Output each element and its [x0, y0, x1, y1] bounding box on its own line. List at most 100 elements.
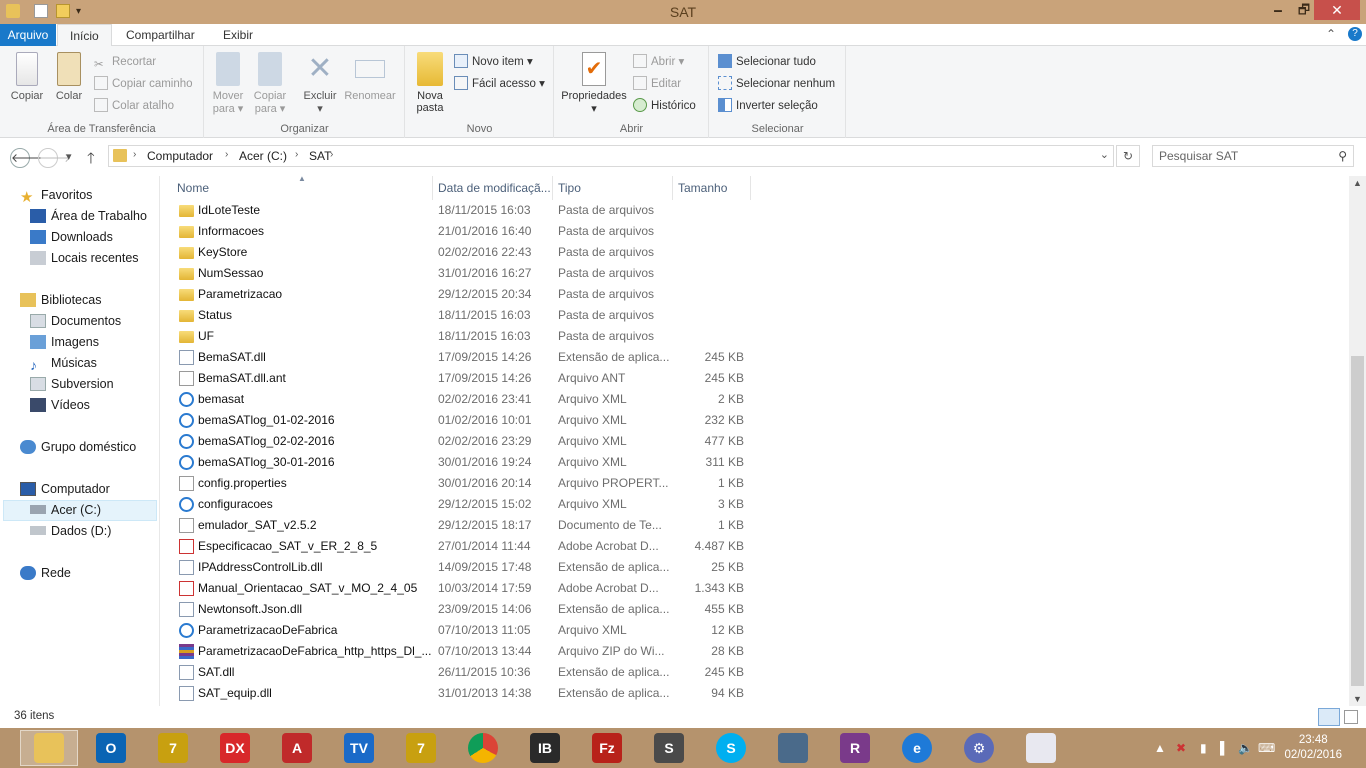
- copy-path-button[interactable]: Copiar caminho: [94, 74, 193, 94]
- file-row[interactable]: Status 18/11/2015 16:03 Pasta de arquivos: [162, 305, 762, 326]
- taskbar-skype[interactable]: S: [702, 730, 760, 766]
- taskbar-internet-explorer[interactable]: e: [888, 730, 946, 766]
- signal-icon[interactable]: ▌: [1220, 741, 1229, 755]
- scroll-down-icon[interactable]: ▼: [1353, 694, 1362, 704]
- nav-musicas[interactable]: ♪ Músicas: [30, 353, 97, 374]
- taskbar-settings[interactable]: ⚙: [950, 730, 1008, 766]
- taskbar-teamviewer[interactable]: TV: [330, 730, 388, 766]
- tab-exibir[interactable]: Exibir: [211, 24, 265, 46]
- file-row[interactable]: bemasat 02/02/2016 23:41 Arquivo XML 2 KB: [162, 389, 762, 410]
- volume-icon[interactable]: 🔈: [1238, 741, 1253, 755]
- taskbar-chrome[interactable]: [454, 730, 512, 766]
- nav-documentos[interactable]: Documentos: [30, 311, 121, 332]
- taskbar-7zip-like[interactable]: 7: [144, 730, 202, 766]
- nav-subversion[interactable]: Subversion: [30, 374, 114, 395]
- column-separator[interactable]: [672, 176, 673, 200]
- file-row[interactable]: Manual_Orientacao_SAT_v_MO_2_4_05 10/03/2…: [162, 578, 762, 599]
- select-none-button[interactable]: Selecionar nenhum: [718, 74, 835, 94]
- column-header-name[interactable]: Nome: [177, 181, 209, 195]
- file-row[interactable]: SAT_equip.dll 31/01/2013 14:38 Extensão de…: [162, 683, 762, 704]
- file-row[interactable]: Newtonsoft.Json.dll 23/09/2015 14:06 Exten…: [162, 599, 762, 620]
- breadcrumb-acer[interactable]: Acer (C:): [239, 149, 287, 163]
- vertical-scrollbar[interactable]: ▲ ▼: [1349, 176, 1366, 706]
- address-box[interactable]: › Computador › Acer (C:) › SAT › ⌄: [108, 145, 1114, 167]
- taskbar-sublime[interactable]: S: [640, 730, 698, 766]
- file-row[interactable]: config.properties 30/01/2016 20:14 Arquivo…: [162, 473, 762, 494]
- column-header-type[interactable]: Tipo: [558, 181, 581, 195]
- file-row[interactable]: Especificacao_SAT_v_ER_2_8_5 27/01/2014 1…: [162, 536, 762, 557]
- easy-access-button[interactable]: Fácil acesso ▾: [454, 74, 545, 94]
- details-view-icon[interactable]: [1318, 708, 1340, 726]
- copy-button[interactable]: Copiar: [6, 52, 48, 102]
- edit-button[interactable]: Editar: [633, 74, 681, 94]
- large-icons-view-icon[interactable]: [1344, 710, 1358, 724]
- column-separator[interactable]: [432, 176, 433, 200]
- nav-recent[interactable]: Locais recentes: [30, 248, 139, 269]
- nav-rede[interactable]: Rede: [20, 563, 71, 584]
- tab-compartilhar[interactable]: Compartilhar: [114, 24, 207, 46]
- move-to-button[interactable]: Mover para ▾: [211, 52, 245, 115]
- scrollbar-thumb[interactable]: [1351, 356, 1364, 686]
- file-row[interactable]: IdLoteTeste 18/11/2015 16:03 Pasta de arqu…: [162, 200, 762, 221]
- new-folder-button[interactable]: Nova pasta: [412, 52, 448, 114]
- forward-button[interactable]: 🡒: [38, 148, 71, 168]
- close-button[interactable]: ✕: [1314, 0, 1360, 20]
- tab-inicio[interactable]: Início: [57, 24, 112, 47]
- tab-arquivo[interactable]: Arquivo: [0, 24, 56, 46]
- taskbar-outlook[interactable]: O: [82, 730, 140, 766]
- search-input[interactable]: Pesquisar SAT ⚲: [1152, 145, 1354, 167]
- open-button[interactable]: Abrir ▾: [633, 52, 684, 72]
- battery-icon[interactable]: ▮: [1200, 741, 1207, 755]
- file-row[interactable]: bemaSATlog_30-01-2016 30/01/2016 19:24 Arq…: [162, 452, 762, 473]
- nav-homegroup[interactable]: Grupo doméstico: [20, 437, 136, 458]
- nav-computador[interactable]: Computador: [20, 479, 110, 500]
- scroll-up-icon[interactable]: ▲: [1353, 178, 1362, 188]
- file-row[interactable]: bemaSATlog_02-02-2016 02/02/2016 23:29 Arq…: [162, 431, 762, 452]
- file-row[interactable]: IPAddressControlLib.dll 14/09/2015 17:48 E…: [162, 557, 762, 578]
- cut-button[interactable]: ✂ Recortar: [94, 52, 156, 72]
- file-row[interactable]: NumSessao 31/01/2016 16:27 Pasta de arquiv…: [162, 263, 762, 284]
- clock[interactable]: 23:48 02/02/2016: [1284, 733, 1342, 763]
- keyboard-icon[interactable]: ⌨: [1258, 741, 1275, 755]
- nav-videos[interactable]: Vídeos: [30, 395, 90, 416]
- nav-desktop[interactable]: Área de Trabalho: [30, 206, 147, 227]
- nav-acer-c[interactable]: Acer (C:): [30, 500, 101, 521]
- nav-bibliotecas[interactable]: Bibliotecas: [20, 290, 101, 311]
- rename-button[interactable]: Renomear: [341, 52, 399, 102]
- breadcrumb-computador[interactable]: Computador: [147, 149, 213, 163]
- nav-favoritos[interactable]: ★ Favoritos: [20, 185, 92, 206]
- show-hidden-icons[interactable]: ▲: [1154, 741, 1166, 755]
- column-separator[interactable]: [750, 176, 751, 200]
- file-row[interactable]: configuracoes 29/12/2015 15:02 Arquivo XML…: [162, 494, 762, 515]
- paste-button[interactable]: Colar: [50, 52, 88, 102]
- file-row[interactable]: KeyStore 02/02/2016 22:43 Pasta de arquivo…: [162, 242, 762, 263]
- taskbar-file-explorer[interactable]: [20, 730, 78, 766]
- invert-selection-button[interactable]: Inverter seleção: [718, 96, 818, 116]
- network-error-icon[interactable]: ✖: [1176, 741, 1186, 755]
- help-icon[interactable]: ?: [1348, 27, 1362, 41]
- file-row[interactable]: Informacoes 21/01/2016 16:40 Pasta de arqu…: [162, 221, 762, 242]
- delete-button[interactable]: ✕ Excluir ▾: [301, 52, 339, 115]
- file-row[interactable]: ParametrizacaoDeFabrica 07/10/2013 11:05 A…: [162, 620, 762, 641]
- file-row[interactable]: emulador_SAT_v2.5.2 29/12/2015 18:17 Docum…: [162, 515, 762, 536]
- file-row[interactable]: ParametrizacaoDeFabrica_http_https_Dl_..…: [162, 641, 762, 662]
- column-separator[interactable]: [552, 176, 553, 200]
- file-row[interactable]: UF 18/11/2015 16:03 Pasta de arquivos: [162, 326, 762, 347]
- back-button[interactable]: 🡐: [10, 148, 43, 168]
- copy-to-button[interactable]: Copiar para ▾: [251, 52, 289, 115]
- nav-dados-d[interactable]: Dados (D:): [30, 521, 111, 542]
- up-button[interactable]: 🡑: [87, 148, 95, 173]
- file-row[interactable]: Parametrizacao 29/12/2015 20:34 Pasta de a…: [162, 284, 762, 305]
- taskbar-ib[interactable]: IB: [516, 730, 574, 766]
- chevron-down-icon[interactable]: ⌄: [1100, 148, 1109, 161]
- taskbar-remote-desktop[interactable]: [764, 730, 822, 766]
- taskbar-paint[interactable]: [1012, 730, 1070, 766]
- taskbar-filezilla[interactable]: Fz: [578, 730, 636, 766]
- nav-imagens[interactable]: Imagens: [30, 332, 99, 353]
- paste-shortcut-button[interactable]: Colar atalho: [94, 96, 174, 116]
- recent-locations-dropdown[interactable]: ▾: [66, 150, 72, 163]
- file-row[interactable]: bemaSATlog_01-02-2016 01/02/2016 10:01 Arq…: [162, 410, 762, 431]
- breadcrumb-sat[interactable]: SAT: [309, 149, 331, 163]
- nav-downloads[interactable]: Downloads: [30, 227, 113, 248]
- taskbar-acrobat-like[interactable]: A: [268, 730, 326, 766]
